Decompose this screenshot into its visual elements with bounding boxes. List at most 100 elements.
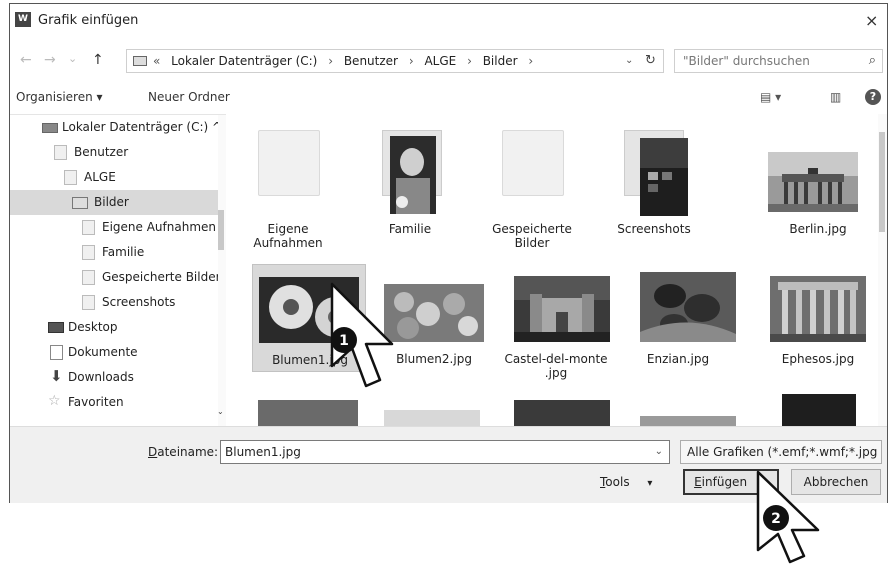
caret-down-icon: ▾ xyxy=(647,478,653,489)
file-list-scroll-thumb[interactable] xyxy=(879,132,885,232)
sidebar-item-label: Bilder xyxy=(94,195,129,209)
sidebar-item-desktop[interactable]: Desktop xyxy=(10,315,226,340)
drive-icon xyxy=(42,123,58,133)
document-icon xyxy=(50,345,63,360)
sidebar-item-favoriten[interactable]: ☆ Favoriten xyxy=(10,390,226,415)
sidebar-item-label: ALGE xyxy=(84,170,116,184)
file-label: Enzian.jpg xyxy=(646,352,710,366)
breadcrumb-alge[interactable]: ALGE xyxy=(424,54,456,68)
chevron-down-icon[interactable]: ⌄ xyxy=(881,445,882,459)
filename-input[interactable]: Blumen1.jpg ⌄ xyxy=(220,440,670,464)
file-item-castel-del-monte[interactable]: Castel-del-monte .jpg xyxy=(496,264,616,380)
sidebar-item-label: Downloads xyxy=(68,370,134,384)
partial-thumbnail[interactable] xyxy=(640,416,736,426)
sidebar-item-label: Gespeicherte Bilder xyxy=(102,270,221,284)
file-item-ephesos[interactable]: Ephesos.jpg xyxy=(758,264,878,374)
sidebar-item-label: Desktop xyxy=(68,320,118,334)
command-toolbar: Organisieren ▾ Neuer Ordner ▤ ▾ ▥ ? xyxy=(10,84,887,112)
file-label: Berlin.jpg xyxy=(789,222,847,236)
sidebar-item-eigene-aufnahmen[interactable]: Eigene Aufnahmen xyxy=(10,215,226,240)
search-icon[interactable]: ⌕ xyxy=(869,50,876,72)
search-input[interactable]: "Bilder" durchsuchen ⌕ xyxy=(674,49,883,73)
partial-thumbnail[interactable] xyxy=(514,400,610,426)
breadcrumb-separator[interactable]: › xyxy=(528,54,533,68)
sidebar-item-alge[interactable]: ALGE xyxy=(10,165,226,190)
file-type-select[interactable]: Alle Grafiken (*.emf;*.wmf;*.jpg ⌄ xyxy=(680,440,882,464)
sidebar-item-drive[interactable]: Lokaler Datenträger (C:) ^ xyxy=(10,115,226,140)
file-item-eigene-aufnahmen[interactable]: Eigene Aufnahmen xyxy=(228,114,348,250)
recent-locations-icon[interactable]: ⌄ xyxy=(68,52,77,65)
breadcrumb-drive[interactable]: Lokaler Datenträger (C:) xyxy=(171,54,317,68)
sidebar-item-gespeicherte-bilder[interactable]: Gespeicherte Bilder xyxy=(10,265,226,290)
preview-pane-icon[interactable]: ▥ xyxy=(830,90,841,104)
file-item-familie[interactable]: Familie xyxy=(350,114,470,236)
folder-icon xyxy=(82,295,95,310)
file-label: Castel-del-monte .jpg xyxy=(504,352,608,380)
sidebar-item-label: Favoriten xyxy=(68,395,124,409)
up-icon[interactable]: ↑ xyxy=(92,52,104,68)
refresh-icon[interactable]: ↻ xyxy=(645,50,656,72)
annotation-cursor-1: 1 xyxy=(330,282,394,388)
back-icon[interactable]: ← xyxy=(20,52,32,68)
close-icon[interactable]: × xyxy=(865,11,878,30)
gentian-thumbnail xyxy=(640,272,736,342)
new-folder-button[interactable]: Neuer Ordner xyxy=(148,90,230,104)
file-label: Familie xyxy=(388,222,432,236)
sidebar-scrollbar[interactable] xyxy=(218,115,226,427)
folder-icon xyxy=(54,145,67,160)
sidebar-item-label: Eigene Aufnahmen xyxy=(102,220,216,234)
dialog-title: Grafik einfügen xyxy=(38,13,139,28)
annotation-cursor-2: 2 xyxy=(756,470,820,564)
screenshot-thumbnail xyxy=(640,138,688,216)
breadcrumb-separator[interactable]: › xyxy=(467,54,472,68)
file-item-enzian[interactable]: Enzian.jpg xyxy=(618,264,738,374)
breadcrumb-separator[interactable]: › xyxy=(328,54,333,68)
partial-thumbnail[interactable] xyxy=(384,410,480,426)
breadcrumb: « Lokaler Datenträger (C:) › Benutzer › … xyxy=(153,50,540,72)
help-icon[interactable]: ? xyxy=(865,89,881,105)
filename-label: Dateiname: xyxy=(148,445,219,459)
sidebar-item-dokumente[interactable]: Dokumente xyxy=(10,340,226,365)
partial-thumbnail[interactable] xyxy=(258,400,358,426)
folder-icon xyxy=(258,130,320,196)
view-options-icon[interactable]: ▤ ▾ xyxy=(760,90,781,104)
sidebar-item-familie[interactable]: Familie xyxy=(10,240,226,265)
address-bar[interactable]: « Lokaler Datenträger (C:) › Benutzer › … xyxy=(126,49,664,73)
castle-thumbnail xyxy=(514,276,610,342)
pictures-icon xyxy=(72,197,88,209)
annotation-number: 1 xyxy=(339,333,349,349)
partial-thumbnail[interactable] xyxy=(782,394,856,426)
star-icon: ☆ xyxy=(48,393,61,409)
folder-icon xyxy=(502,130,564,196)
sidebar-item-label: Screenshots xyxy=(102,295,176,309)
family-photo-thumbnail xyxy=(390,136,436,214)
ephesus-thumbnail xyxy=(770,276,866,342)
tools-button[interactable]: Tools ▾ xyxy=(600,475,652,489)
sidebar-item-screenshots[interactable]: Screenshots xyxy=(10,290,226,315)
file-item-screenshots[interactable]: Screenshots xyxy=(594,114,714,236)
sidebar-scroll-thumb[interactable] xyxy=(218,210,224,250)
file-item-gespeicherte-bilder[interactable]: Gespeicherte Bilder xyxy=(472,114,592,250)
breadcrumb-overflow[interactable]: « xyxy=(153,54,160,68)
chevron-down-icon[interactable]: ⌄ xyxy=(655,441,663,463)
download-icon: ⬇ xyxy=(50,367,63,385)
breadcrumb-bilder[interactable]: Bilder xyxy=(483,54,518,68)
file-label: Eigene Aufnahmen xyxy=(253,222,323,250)
breadcrumb-separator[interactable]: › xyxy=(409,54,414,68)
breadcrumb-benutzer[interactable]: Benutzer xyxy=(344,54,398,68)
sidebar-item-benutzer[interactable]: Benutzer xyxy=(10,140,226,165)
sidebar-item-downloads[interactable]: ⬇ Downloads xyxy=(10,365,226,390)
organize-button[interactable]: Organisieren ▾ xyxy=(16,90,103,104)
word-app-icon: W xyxy=(15,12,31,27)
address-dropdown-icon[interactable]: ⌄ xyxy=(625,50,633,72)
scroll-down-icon[interactable]: ⌄ xyxy=(217,407,224,416)
sidebar-item-bilder[interactable]: Bilder xyxy=(10,190,226,215)
title-bar: W Grafik einfügen × xyxy=(10,4,887,40)
file-label: Gespeicherte Bilder xyxy=(492,222,572,250)
flowers-thumbnail xyxy=(384,284,484,342)
forward-icon[interactable]: → xyxy=(44,52,56,68)
file-item-berlin[interactable]: Berlin.jpg xyxy=(758,114,878,236)
sidebar-item-label: Lokaler Datenträger (C:) xyxy=(62,120,209,134)
sidebar-item-label: Dokumente xyxy=(68,345,138,359)
sidebar-item-label: Familie xyxy=(102,245,145,259)
